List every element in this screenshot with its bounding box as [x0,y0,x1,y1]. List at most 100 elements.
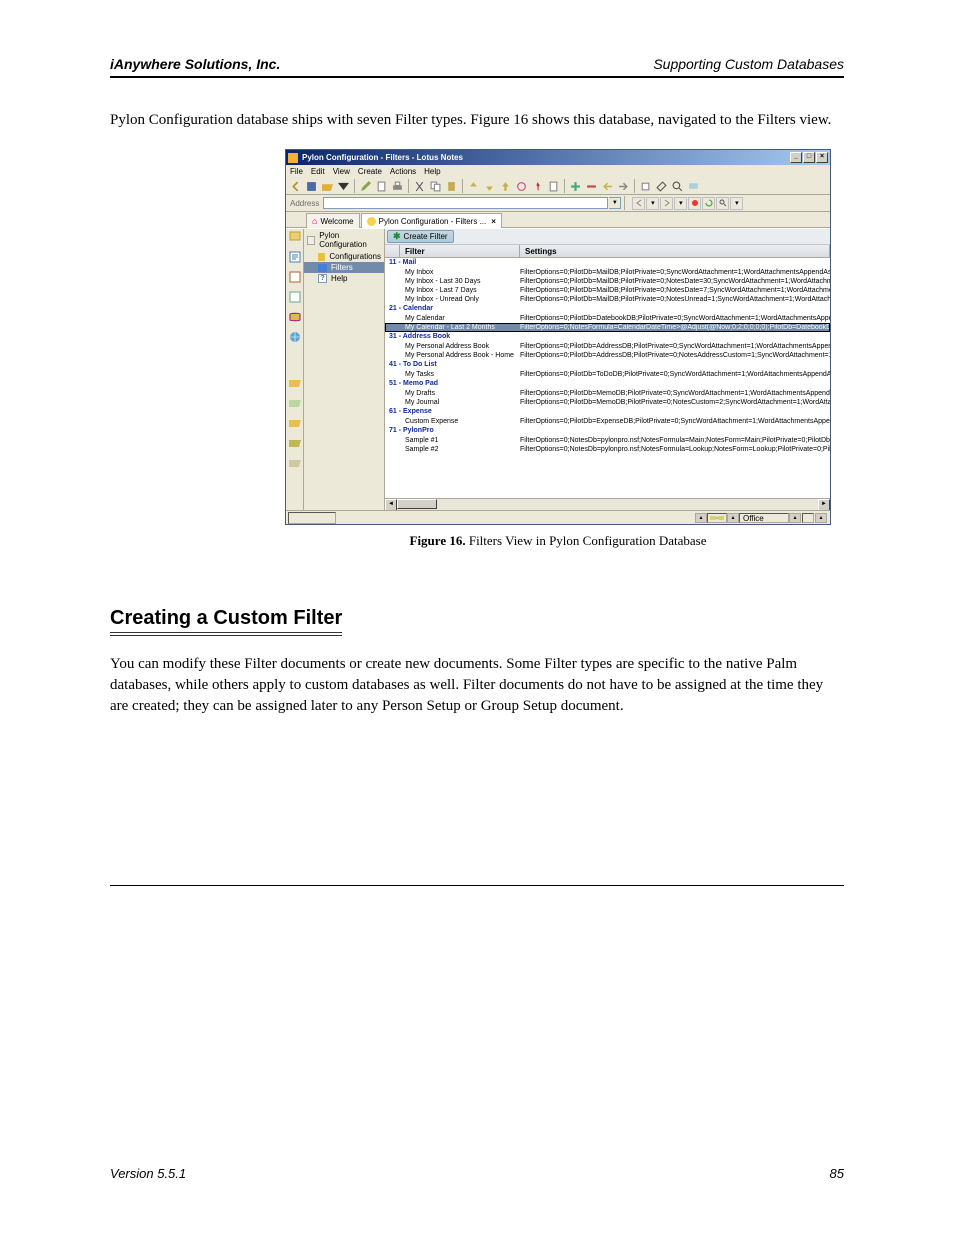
collapse-icon[interactable] [584,179,599,194]
scroll-left-icon[interactable]: ◄ [385,499,397,510]
expand-icon[interactable] [568,179,583,194]
address-input[interactable] [323,197,608,209]
arrow-up-icon[interactable] [498,179,513,194]
filter-row[interactable]: My DraftsFilterOptions=0;PilotDb=MemoDB;… [385,389,830,398]
nav-search-icon[interactable] [716,197,729,210]
category-row[interactable]: 51 - Memo Pad [385,379,830,389]
file-icon[interactable] [374,179,389,194]
bookmark-icon-2[interactable] [288,250,302,264]
pin-icon[interactable] [530,179,545,194]
create-filter-button[interactable]: ✱ Create Filter [387,230,454,243]
category-row[interactable]: 41 - To Do List [385,360,830,370]
sort-desc-icon[interactable] [482,179,497,194]
status-location[interactable]: Office [739,513,789,523]
copy-icon[interactable] [428,179,443,194]
tab-filters[interactable]: Pylon Configuration - Filters ... × [361,213,502,228]
maximize-button[interactable]: □ [803,152,815,163]
nav-dd3[interactable]: ▾ [730,197,743,210]
bookmark-icon-6[interactable] [288,330,302,344]
search-icon[interactable] [670,179,685,194]
category-row[interactable]: 11 - Mail [385,258,830,268]
category-row[interactable]: 61 - Expense [385,407,830,417]
open-icon[interactable] [320,179,335,194]
filter-row[interactable]: My Inbox - Last 7 DaysFilterOptions=0;Pi… [385,286,830,295]
forward-icon[interactable] [616,179,631,194]
filter-row[interactable]: My Personal Address BookFilterOptions=0;… [385,342,830,351]
category-row[interactable]: 31 - Address Book [385,332,830,342]
nav-dd2[interactable]: ▾ [674,197,687,210]
sort-asc-icon[interactable] [466,179,481,194]
bookmark-folder-5[interactable] [288,456,302,470]
horizontal-scrollbar[interactable]: ◄ ► [385,498,830,510]
filter-row[interactable]: My Inbox - Unread OnlyFilterOptions=0;Pi… [385,295,830,304]
find-icon[interactable] [654,179,669,194]
menu-file[interactable]: File [290,167,303,176]
dropdown-icon[interactable] [336,179,351,194]
arrow-sync-icon[interactable] [514,179,529,194]
nav-refresh-icon[interactable] [702,197,715,210]
filter-row[interactable]: Sample #1FilterOptions=0;NotesDb=pylonpr… [385,436,830,445]
nav-item-help[interactable]: ? Help [304,273,384,284]
bookmark-folder-3[interactable] [288,416,302,430]
filter-settings: FilterOptions=0;PilotDb=MemoDB;PilotPriv… [520,398,830,407]
filter-row[interactable]: My InboxFilterOptions=0;PilotDb=MailDB;P… [385,268,830,277]
tab-close-icon[interactable]: × [491,217,496,226]
bookmark-icon-5[interactable] [288,310,302,324]
filter-row[interactable]: My TasksFilterOptions=0;PilotDb=ToDoDB;P… [385,370,830,379]
filter-row[interactable]: My CalendarFilterOptions=0;PilotDb=Dateb… [385,314,830,323]
minimize-button[interactable]: _ [790,152,802,163]
doc-icon[interactable] [546,179,561,194]
bookmark-icon-4[interactable] [288,290,302,304]
category-row[interactable]: 71 - PylonPro [385,426,830,436]
nav-item-configurations[interactable]: Configurations [304,251,384,262]
chat-icon[interactable] [686,179,701,194]
col-settings[interactable]: Settings [520,245,830,257]
filter-row[interactable]: Sample #2FilterOptions=0;NotesDb=pylonpr… [385,445,830,454]
menu-create[interactable]: Create [358,167,382,176]
status-dd-2[interactable]: ▴ [727,513,739,523]
filter-row[interactable]: My Inbox - Last 30 DaysFilterOptions=0;P… [385,277,830,286]
filter-row[interactable]: My Calendar - Last 2 MonthsFilterOptions… [385,323,830,332]
tab-welcome[interactable]: ⌂ Welcome [306,213,360,228]
menu-view[interactable]: View [333,167,350,176]
nav-prev-icon[interactable] [632,197,645,210]
nav-dd1[interactable]: ▾ [646,197,659,210]
close-button[interactable]: × [816,152,828,163]
nav-root[interactable]: Pylon Configuration [304,229,384,251]
status-tail-1[interactable] [802,513,814,523]
address-dropdown[interactable]: ▼ [609,197,621,209]
bookmark-folder-1[interactable] [288,376,302,390]
col-blank[interactable] [385,245,400,257]
filter-name: My Inbox - Last 30 Days [405,277,520,286]
filter-row[interactable]: My Personal Address Book - HomeFilterOpt… [385,351,830,360]
edit-icon[interactable] [358,179,373,194]
col-filter[interactable]: Filter [400,245,520,257]
menu-actions[interactable]: Actions [390,167,416,176]
back-icon[interactable] [600,179,615,194]
bookmark-folder-4[interactable] [288,436,302,450]
cut-icon[interactable] [412,179,427,194]
status-dd-3[interactable]: ▴ [789,513,801,523]
nav-stop-icon[interactable] [688,197,701,210]
nav-next-icon[interactable] [660,197,673,210]
scroll-thumb[interactable] [397,499,437,509]
print-icon[interactable] [390,179,405,194]
nav-back-icon[interactable] [288,179,303,194]
paste-icon[interactable] [444,179,459,194]
menu-edit[interactable]: Edit [311,167,325,176]
copy-db-icon[interactable] [638,179,653,194]
doc-footer-right: 85 [830,1166,844,1181]
category-row[interactable]: 21 - Calendar [385,304,830,314]
bookmark-icon-3[interactable] [288,270,302,284]
filter-row[interactable]: My JournalFilterOptions=0;PilotDb=MemoDB… [385,398,830,407]
filter-row[interactable]: Custom ExpenseFilterOptions=0;PilotDb=Ex… [385,417,830,426]
nav-item-filters[interactable]: Filters [304,262,384,273]
status-dd-1[interactable]: ▴ [695,513,707,523]
status-dd-4[interactable]: ▴ [815,513,827,523]
bookmark-icon-1[interactable] [288,230,302,244]
menu-help[interactable]: Help [424,167,440,176]
bookmark-folder-2[interactable] [288,396,302,410]
status-conn-icon[interactable] [707,513,727,523]
save-icon[interactable] [304,179,319,194]
scroll-right-icon[interactable]: ► [818,499,830,510]
